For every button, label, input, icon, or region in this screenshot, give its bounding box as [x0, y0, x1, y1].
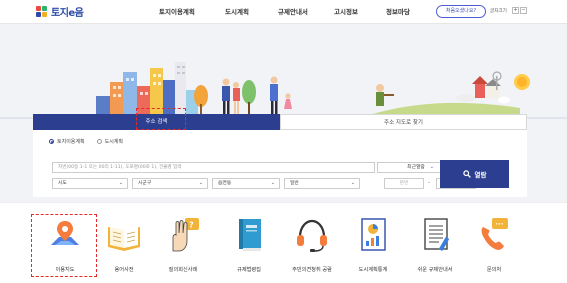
statistics-chart-icon [361, 218, 386, 251]
quick-label-regulation-laws: 규제법령집 [237, 267, 261, 273]
radio-dot-unchecked [96, 139, 102, 144]
quick-menu: 이용지도 용어사전 ? 질의회신사례 규제법령집 주민의견청취 공람 도시계획통… [0, 202, 567, 283]
chevron-down-icon: ⌄ [270, 180, 275, 186]
phone-icon: ··· [481, 218, 508, 250]
first-visit-button[interactable]: 처음오셨나요? [436, 5, 486, 18]
tab-map-search[interactable]: 주소 지도로 찾기 [280, 114, 527, 130]
chevron-down-icon: ⌄ [198, 180, 203, 186]
top-header: 토지e음 토지이용계획 도시계획 규제안내서 고시정보 정보마당 처음오셨나요?… [0, 0, 567, 24]
guide-document-icon [424, 218, 450, 252]
magnifier-icon [462, 170, 471, 178]
law-book-icon [239, 219, 261, 251]
quick-item-contact[interactable]: ··· 문의처 [462, 215, 526, 273]
main-lot-number-input[interactable]: 본번 [384, 178, 424, 189]
quick-label-qa-cases: 질의회신사례 [168, 267, 198, 273]
radio-dot-checked [49, 139, 54, 144]
font-size-label: 글자크기 [490, 9, 507, 14]
font-decrease-button[interactable]: − [520, 7, 527, 14]
nav-notice-info[interactable]: 고시정보 [334, 6, 358, 16]
quick-label-urban-statistics: 도시계획통계 [358, 267, 388, 273]
quick-label-easy-guide: 쉬운 규제안내서 [417, 267, 453, 273]
quick-item-public-hearing[interactable]: 주민의견청취 공람 [280, 215, 344, 273]
search-type-radios: 토지이용계획 도시계획 [49, 138, 123, 145]
quick-label-contact: 문의처 [486, 267, 502, 273]
open-book-icon [108, 227, 140, 251]
radio-land-use-plan[interactable]: 토지이용계획 [49, 138, 85, 145]
site-logo[interactable]: 토지e음 [36, 4, 84, 19]
nav-regulation-guide[interactable]: 규제안내서 [278, 6, 308, 16]
highlight-box-land-use-map [31, 214, 97, 277]
logo-mark-icon [36, 5, 48, 18]
chevron-down-icon: ⌄ [350, 180, 355, 186]
logo-text: 토지e음 [51, 8, 84, 19]
svg-text:?: ? [189, 221, 194, 230]
eupmyeondong-select[interactable]: 읍면동 ⌄ [212, 178, 280, 189]
quick-item-regulation-laws[interactable]: 규제법령집 [217, 215, 281, 273]
font-increase-button[interactable]: + [512, 7, 519, 14]
view-button[interactable]: 열람 [440, 160, 509, 188]
app-root: 토지e음 토지이용계획 도시계획 규제안내서 고시정보 정보마당 처음오셨나요?… [0, 0, 567, 283]
hero-banner: 주소 검색 주소 지도로 찾기 토지이용계획 도시계획 지번(00동 1-1 또… [0, 24, 567, 202]
lot-number-separator: - [428, 180, 430, 186]
lot-type-select[interactable]: 일반 ⌄ [284, 178, 360, 189]
nav-land-use-plan[interactable]: 토지이용계획 [159, 6, 195, 16]
recent-view-label: 최근열람 [407, 165, 425, 170]
quick-label-glossary: 용어사전 [114, 267, 134, 273]
sido-select[interactable]: 시도 ⌄ [52, 178, 128, 189]
nav-urban-plan[interactable]: 도시계획 [225, 6, 249, 16]
search-tabbar: 주소 검색 주소 지도로 찾기 [33, 114, 527, 130]
sigungu-select[interactable]: 시군구 ⌄ [132, 178, 208, 189]
quick-label-public-hearing: 주민의견청취 공람 [292, 267, 332, 273]
quick-item-glossary[interactable]: 용어사전 [92, 215, 156, 273]
highlight-box-address-tab [136, 108, 186, 130]
radio-urban-plan[interactable]: 도시계획 [96, 138, 123, 145]
chevron-down-icon: ⌄ [118, 180, 123, 186]
quick-item-urban-statistics[interactable]: 도시계획통계 [341, 215, 405, 273]
view-button-label: 열람 [474, 171, 487, 179]
quick-item-qa-cases[interactable]: ? 질의회신사례 [151, 215, 215, 273]
headset-icon [297, 219, 327, 252]
question-hand-icon: ? [172, 218, 199, 252]
svg-text:···: ··· [496, 221, 504, 229]
chevron-down-icon: ⌄ [429, 165, 434, 170]
address-input[interactable]: 지번(00동 1-1 또는 00리 1-11), 도로명(00로 1), 건물명… [52, 162, 375, 173]
quick-item-easy-guide[interactable]: 쉬운 규제안내서 [403, 215, 467, 273]
nav-info-plaza[interactable]: 정보마당 [386, 6, 410, 16]
